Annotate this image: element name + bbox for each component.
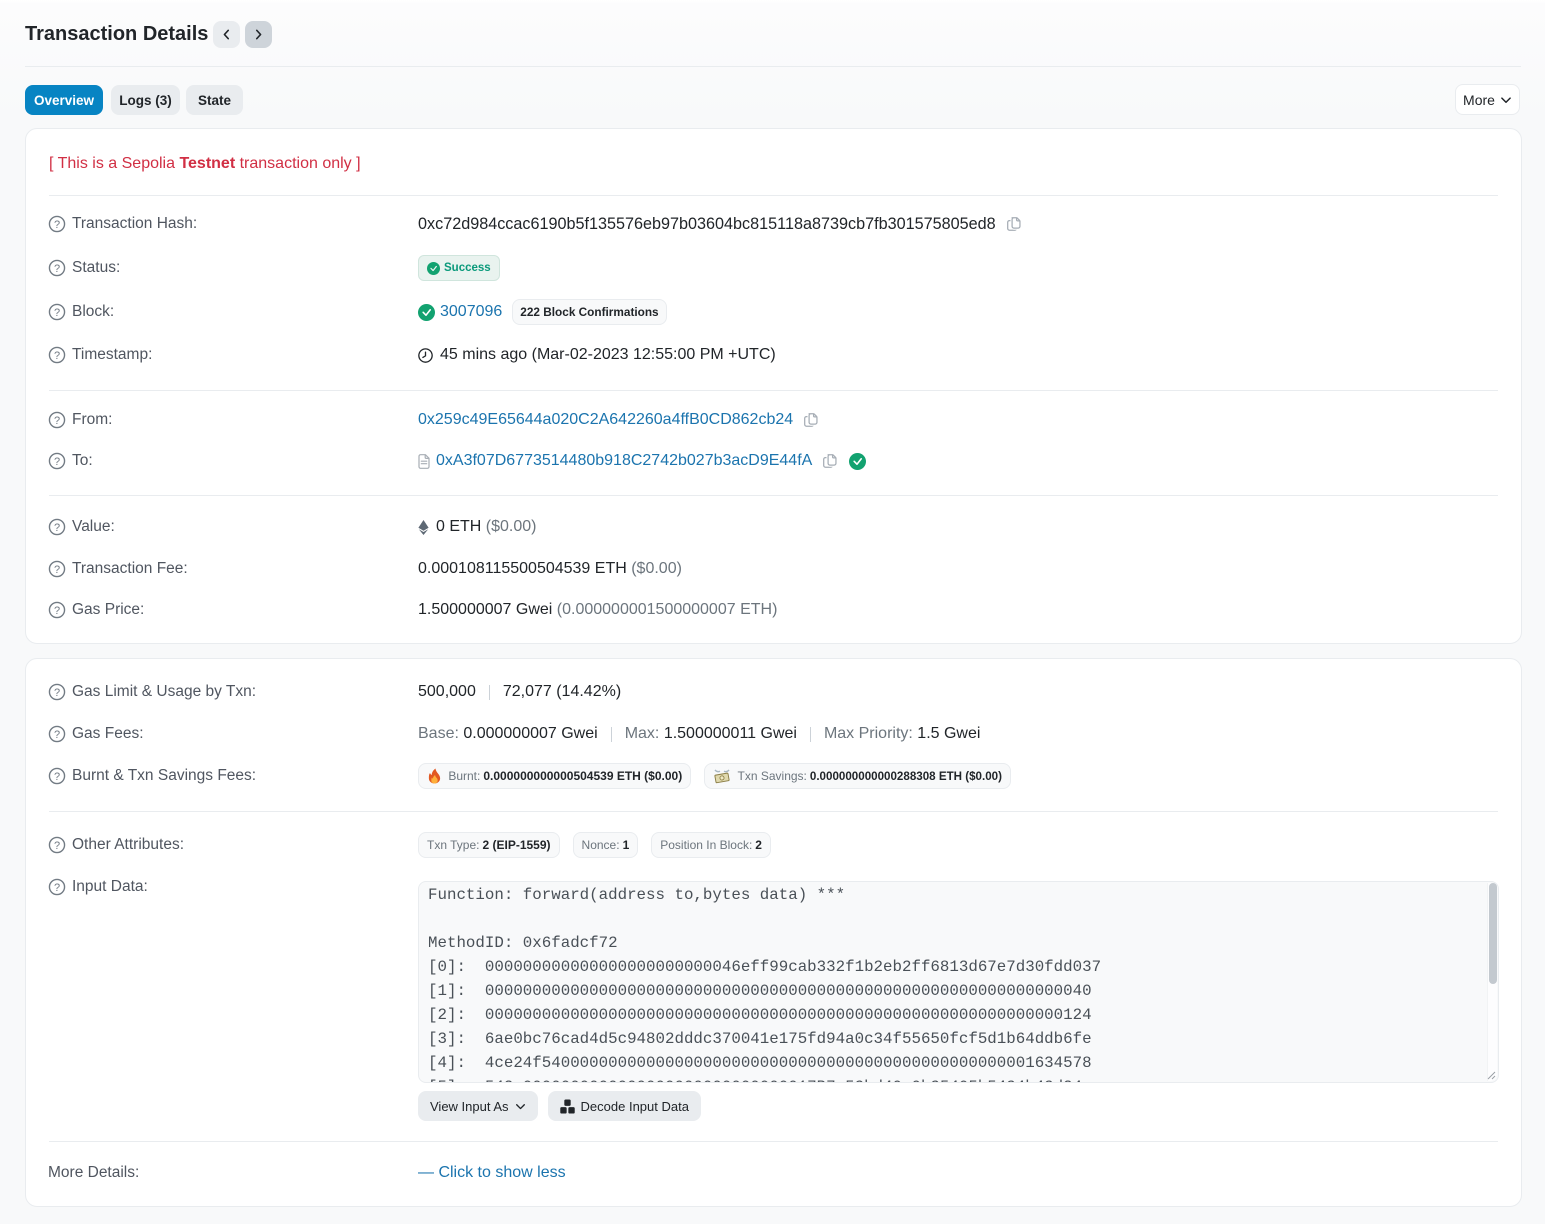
svg-text:?: ?: [54, 605, 60, 617]
svg-text:?: ?: [54, 263, 60, 275]
svg-text:?: ?: [54, 882, 60, 894]
svg-text:?: ?: [54, 729, 60, 741]
svg-text:?: ?: [54, 771, 60, 783]
svg-text:?: ?: [54, 840, 60, 852]
svg-text:?: ?: [54, 687, 60, 699]
svg-text:?: ?: [54, 415, 60, 427]
svg-text:?: ?: [54, 522, 60, 534]
svg-text:?: ?: [54, 456, 60, 468]
svg-text:?: ?: [54, 350, 60, 362]
svg-text:?: ?: [54, 307, 60, 319]
svg-text:?: ?: [54, 219, 60, 231]
svg-text:?: ?: [54, 564, 60, 576]
